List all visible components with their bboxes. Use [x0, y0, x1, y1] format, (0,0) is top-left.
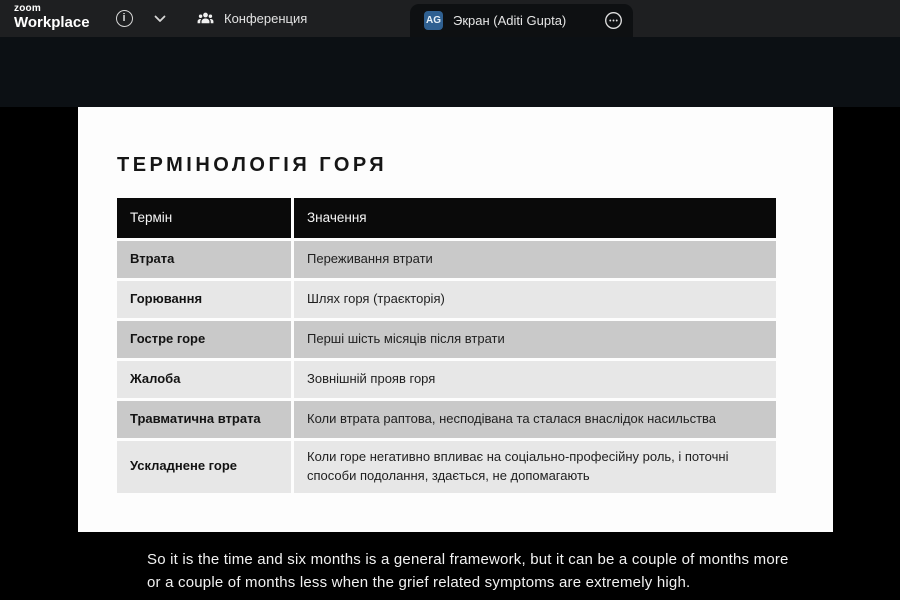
table-header-meaning: Значення — [294, 198, 776, 238]
tab-screen-share-label: Экран (Aditi Gupta) — [453, 13, 567, 28]
tab-conference[interactable]: Конференция — [186, 0, 317, 37]
stage-top-strip — [0, 37, 900, 107]
table-header-term: Термін — [117, 198, 291, 238]
caption-line-1: So it is the time and six months is a ge… — [147, 551, 789, 568]
tab-conference-label: Конференция — [224, 11, 308, 26]
topbar: zoom Workplace i Конференция AG Экран (A… — [0, 0, 900, 37]
collapse-toolbar-button[interactable] — [148, 0, 172, 37]
table-cell-term: Гостре горе — [117, 321, 291, 358]
slide-title: ТЕРМІНОЛОГІЯ ГОРЯ — [117, 154, 388, 176]
tab-options-button[interactable] — [604, 11, 623, 30]
table-cell-term: Травматична втрата — [117, 401, 291, 438]
table-cell-meaning: Шлях горя (траєкторія) — [294, 281, 776, 318]
table-cell-term: Жалоба — [117, 361, 291, 398]
table-cell-term: Ускладнене горе — [117, 441, 291, 493]
logo-text-zoom: zoom — [14, 3, 41, 14]
table-cell-meaning: Коли втрата раптова, несподівана та стал… — [294, 401, 776, 438]
people-icon — [196, 9, 215, 28]
zoom-workplace-window: { "topbar": { "logo_line1": "zoom", "log… — [0, 0, 900, 600]
table-cell-term: Горювання — [117, 281, 291, 318]
terminology-table: Термін Значення Втрата Переживання втрати… — [117, 198, 776, 493]
shared-screen-slide: ТЕРМІНОЛОГІЯ ГОРЯ Термін Значення Втрата… — [78, 107, 833, 532]
zoom-workplace-logo: zoom Workplace — [14, 3, 90, 31]
chevron-down-icon — [154, 15, 166, 23]
info-icon: i — [115, 10, 133, 27]
closed-captions: So it is the time and six months is a ge… — [147, 549, 789, 594]
table-cell-meaning: Переживання втрати — [294, 241, 776, 278]
logo-text-workplace: Workplace — [14, 14, 90, 31]
caption-line-2: or a couple of months less when the grie… — [147, 573, 691, 591]
meeting-info-button[interactable]: i — [112, 0, 136, 37]
tab-screen-share[interactable]: AG Экран (Aditi Gupta) — [410, 4, 633, 37]
table-cell-term: Втрата — [117, 241, 291, 278]
table-cell-meaning: Коли горе негативно впливає на соціально… — [294, 441, 776, 493]
avatar: AG — [424, 11, 443, 30]
table-cell-meaning: Перші шість місяців після втрати — [294, 321, 776, 358]
table-cell-meaning: Зовнішній прояв горя — [294, 361, 776, 398]
